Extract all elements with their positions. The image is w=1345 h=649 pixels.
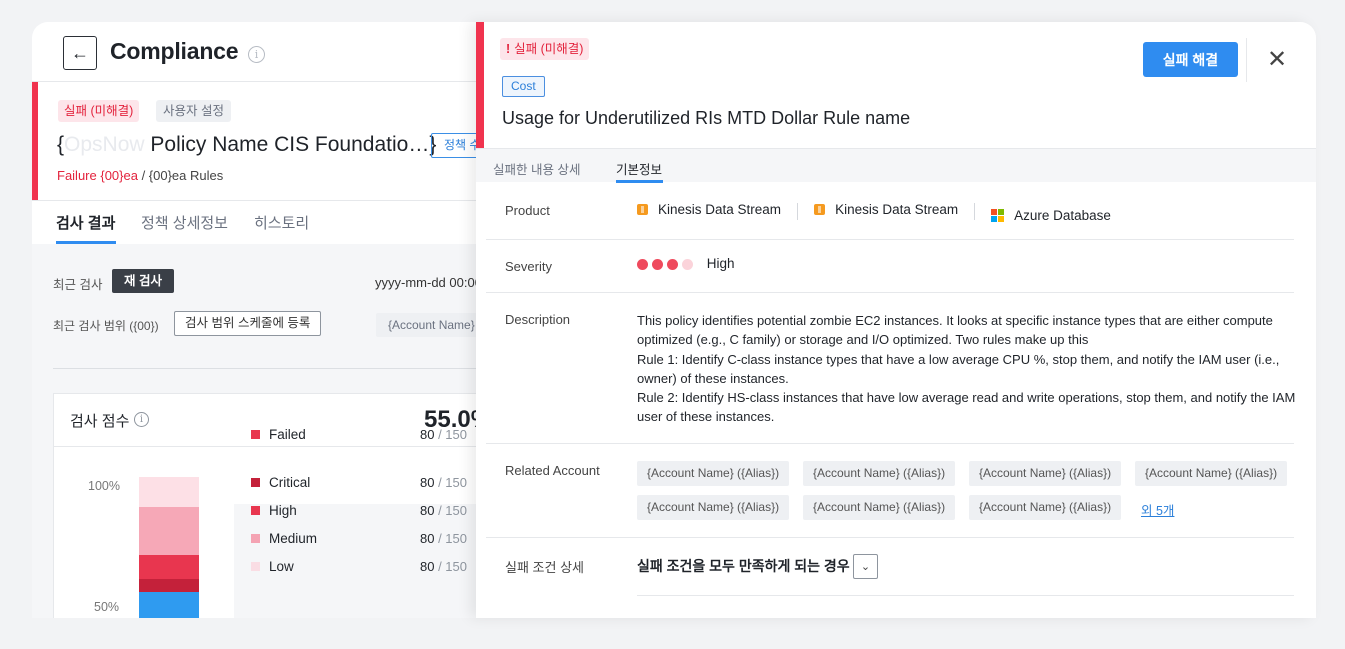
product-item: Kinesis Data Stream: [637, 202, 781, 217]
legend-label: High: [269, 503, 297, 518]
bar-segment-critical: [139, 579, 199, 592]
aws-icon: [814, 204, 826, 215]
legend-value: 80 / 150: [420, 531, 467, 546]
account-chip: {Account Name} ({Alias}): [969, 495, 1122, 520]
account-chip: {Account Name} ({Alias}): [803, 461, 956, 486]
policy-name: {OpsNow Policy Name CIS Foundatio…}: [57, 133, 437, 156]
severity-text: High: [706, 256, 735, 271]
severity-value: High: [637, 256, 735, 271]
legend-item-failed: Failed: [251, 427, 306, 442]
resolve-failure-button[interactable]: 실패 해결: [1143, 42, 1238, 77]
info-icon[interactable]: i: [248, 46, 265, 63]
legend-item-high: High: [251, 503, 297, 518]
user-setting-badge: 사용자 설정: [156, 100, 231, 122]
related-account-label: Related Account: [505, 463, 600, 478]
legend-item-critical: Critical: [251, 475, 310, 490]
severity-row: Severity High: [486, 240, 1294, 293]
account-chip: {Account Name} ({Alias}): [1135, 461, 1288, 486]
product-row: Product Kinesis Data Stream Kinesis Data …: [486, 182, 1294, 240]
bar-segment-low: [139, 477, 199, 507]
account-chip: {Account Name} ({Alias}): [803, 495, 956, 520]
legend-value: 80 / 150: [420, 503, 467, 518]
axis-label-100: 100%: [88, 479, 120, 493]
legend-label: Low: [269, 559, 294, 574]
legend-swatch: [251, 534, 260, 543]
failure-condition-title: 실패 조건을 모두 만족하게 되는 경우: [637, 558, 850, 574]
aws-icon: [637, 204, 648, 215]
account-chip: {Account Name} ({Alias}): [969, 461, 1122, 486]
failure-condition-label: 실패 조건 상세: [505, 560, 584, 575]
severity-dot: [637, 258, 648, 270]
failure-accent-bar: [476, 22, 484, 148]
severity-dot: [667, 258, 678, 270]
rule-title: Usage for Underutilized RIs MTD Dollar R…: [502, 108, 911, 128]
microsoft-icon: [991, 209, 1005, 222]
page-title: Compliance: [110, 38, 239, 64]
legend-swatch: [251, 506, 260, 515]
product-list: Kinesis Data Stream Kinesis Data Stream Az…: [637, 202, 1111, 223]
rescan-button[interactable]: 재 검사: [112, 269, 174, 293]
severity-dot: [652, 258, 663, 270]
status-badge: 실패 (미해결): [58, 100, 140, 122]
legend-item-low: Low: [251, 559, 294, 574]
legend-label: Critical: [269, 475, 311, 490]
close-icon[interactable]: ✕: [1264, 46, 1290, 73]
tab-scan-results[interactable]: 검사 결과: [56, 212, 115, 233]
arrow-left-icon[interactable]: ←: [63, 36, 97, 70]
status-badge: ! 실패 (미해결): [500, 38, 590, 60]
recent-scan-label: 최근 검사: [53, 278, 103, 292]
product-item: Azure Database: [991, 208, 1111, 223]
severity-label: Severity: [505, 259, 552, 274]
failure-condition-row: 실패 조건 상세 실패 조건을 모두 만족하게 되는 경우 ⌄: [486, 538, 1294, 618]
failure-accent-bar: [32, 82, 38, 200]
legend-swatch: [251, 478, 260, 487]
description-label: Description: [505, 312, 571, 327]
product-label: Product: [505, 203, 550, 218]
scan-range-label: 최근 검사 범위 ({00}): [53, 319, 159, 333]
score-title: 검사 점수: [70, 413, 130, 430]
divider: [54, 446, 492, 447]
scan-date: yyyy-mm-dd 00:00: [375, 275, 482, 290]
divider: [53, 368, 493, 369]
bar-segment-passed: [139, 592, 199, 618]
legend-value: 80 / 150: [420, 559, 467, 574]
legend-item-medium: Medium: [251, 531, 317, 546]
legend-swatch: [251, 562, 260, 571]
severity-dots: [637, 256, 697, 271]
more-accounts-link[interactable]: 외 5개: [1141, 500, 1174, 519]
register-schedule-button[interactable]: 검사 범위 스케줄에 등록: [174, 311, 322, 336]
divider: [1246, 38, 1247, 82]
related-account-row: Related Account {Account Name} ({Alias})…: [486, 444, 1294, 538]
tab-failure-details[interactable]: 실패한 내용 상세: [493, 159, 580, 178]
info-icon[interactable]: i: [134, 412, 149, 427]
description-row: Description This policy identifies poten…: [486, 293, 1296, 444]
account-chip: {Account Name} ({Alias}): [637, 495, 790, 520]
bar-segment-high: [139, 555, 199, 579]
divider: [637, 595, 1294, 596]
chevron-down-icon[interactable]: ⌄: [853, 554, 878, 579]
category-tag: Cost: [502, 76, 545, 97]
scan-score-card: 검사 점수 i 55.0% 100% 50% Failed 80 / 150 Cri…: [53, 393, 494, 618]
failure-summary: Failure {00}ea / {00}ea Rules: [57, 168, 224, 183]
alert-icon: !: [506, 42, 511, 56]
tab-basic-info[interactable]: 기본정보: [616, 159, 662, 178]
severity-dot: [682, 258, 693, 270]
legend-swatch: [251, 430, 260, 439]
account-chip: {Account Name} ({Alias}): [637, 461, 790, 486]
product-item: Kinesis Data Stream: [814, 202, 958, 217]
bar-segment-medium: [139, 507, 199, 555]
legend-value: 80 / 150: [420, 475, 467, 490]
legend-label: Medium: [269, 531, 318, 546]
legend-value: 80 / 150: [420, 427, 467, 442]
description-text: This policy identifies potential zombie …: [637, 313, 1296, 425]
score-stacked-bar: [139, 477, 199, 618]
tab-history[interactable]: 히스토리: [254, 212, 309, 233]
legend-label: Failed: [269, 427, 306, 442]
rule-detail-drawer: ! 실패 (미해결) Cost Usage for Underutilized R…: [476, 22, 1316, 618]
drawer-tabs: 실패한 내용 상세 기본정보: [476, 148, 1316, 183]
axis-label-50: 50%: [94, 600, 120, 614]
tab-policy-details[interactable]: 정책 상세정보: [141, 212, 228, 233]
